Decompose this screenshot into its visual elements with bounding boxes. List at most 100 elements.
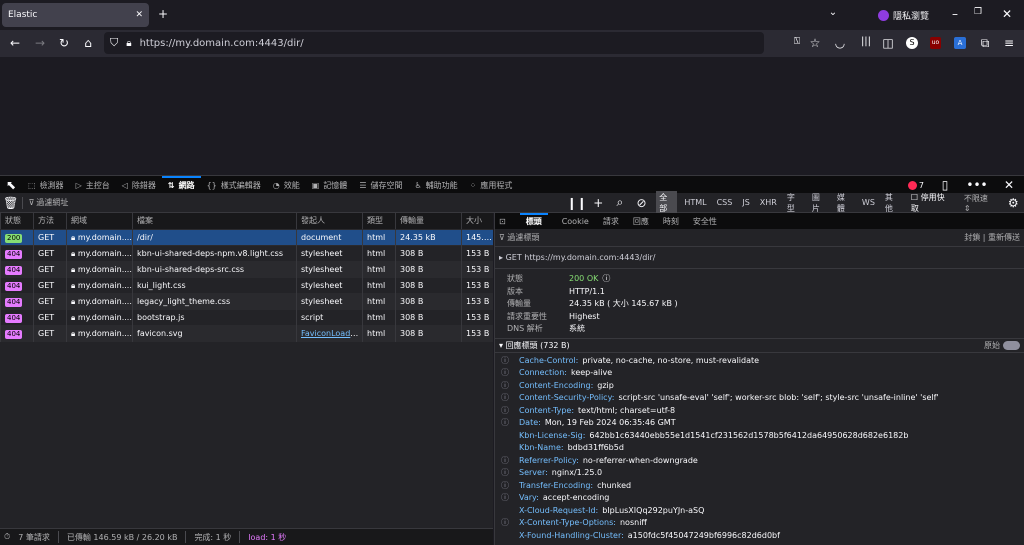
help-icon[interactable]: ⓘ — [501, 517, 519, 530]
column-header[interactable]: 傳輸量 — [395, 213, 461, 229]
lock-icon[interactable]: 🔒︎ — [126, 38, 131, 49]
close-window-icon[interactable]: ✕ — [996, 7, 1018, 21]
url-text[interactable]: https://my.domain.com:4443/dir/ — [140, 38, 304, 49]
type-filter[interactable]: 其他 — [882, 191, 903, 215]
tab-accessibility[interactable]: ♿ 輔助功能 — [408, 176, 463, 194]
disable-cache-checkbox[interactable]: ☐ 停用快取 — [911, 192, 952, 214]
tab-performance[interactable]: ◔ 效能 — [267, 176, 306, 194]
table-row[interactable]: 404 GET 🔒︎ my.domain.... kui_light.css style… — [0, 278, 493, 294]
extensions-icon[interactable]: ⧉ — [974, 36, 996, 51]
column-header[interactable]: 發起人 — [296, 213, 362, 229]
more-options-icon[interactable]: ••• — [966, 178, 988, 192]
close-devtools-icon[interactable]: ✕ — [998, 178, 1020, 192]
type-filter[interactable]: 字型 — [784, 191, 805, 215]
table-row[interactable]: 200 GET 🔒︎ my.domain.... /dir/document html 2… — [0, 230, 493, 246]
details-tab[interactable]: 請求 — [603, 216, 619, 227]
search-icon[interactable]: ⌕ — [609, 195, 631, 210]
details-tab[interactable]: 標頭 — [519, 213, 548, 229]
extension-s-icon[interactable]: S — [906, 37, 918, 49]
tab-application[interactable]: ⁘ 應用程式 — [464, 176, 519, 194]
tab-inspector[interactable]: ⬚ 檢測器 — [22, 176, 70, 194]
error-count[interactable]: 7 — [907, 180, 924, 190]
responsive-design-icon[interactable]: ▯ — [934, 178, 956, 192]
pocket-icon[interactable]: ◡ — [829, 36, 851, 50]
close-tab-icon[interactable]: ✕ — [135, 10, 143, 20]
help-icon[interactable]: ⓘ — [602, 273, 610, 286]
filter-headers-input[interactable]: ⊽ 過濾標頭 — [499, 232, 539, 243]
column-header[interactable]: 大小 — [461, 213, 493, 229]
help-icon[interactable]: ⓘ — [501, 455, 519, 468]
column-header[interactable]: 檔案 — [132, 213, 296, 229]
details-tab[interactable]: 時刻 — [663, 216, 679, 227]
help-icon[interactable]: ⓘ — [501, 417, 519, 430]
chevron-down-icon[interactable]: ⌄ — [822, 7, 844, 18]
bookmark-star-icon[interactable]: ☆ — [804, 36, 826, 50]
menu-icon[interactable]: ≡ — [998, 36, 1020, 50]
help-icon[interactable]: ⓘ — [501, 480, 519, 493]
tab-console[interactable]: ▷ 主控台 — [70, 176, 116, 194]
type-filter[interactable]: HTML — [681, 197, 709, 208]
home-icon[interactable]: ⌂ — [77, 36, 99, 50]
help-icon[interactable]: ⓘ — [501, 405, 519, 418]
library-icon[interactable]: ||| — [855, 36, 877, 47]
minimize-icon[interactable]: – — [944, 7, 966, 21]
translator-extension-icon[interactable]: A — [954, 37, 966, 49]
toggle-panel-icon[interactable]: ⊡ — [499, 217, 506, 226]
table-row[interactable]: 404 GET 🔒︎ my.domain.... legacy_light_theme… — [0, 294, 493, 310]
reload-icon[interactable]: ↻ — [53, 36, 75, 50]
block-button[interactable]: 封鎖 — [964, 233, 980, 242]
type-filter[interactable]: 媒體 — [834, 191, 855, 215]
tab-style-editor[interactable]: {} 樣式編輯器 — [201, 176, 267, 194]
type-filter[interactable]: WS — [859, 197, 878, 208]
help-icon[interactable]: ⓘ — [501, 392, 519, 405]
details-tab[interactable]: Cookie — [562, 217, 589, 226]
request-line[interactable]: ▸ GET https://my.domain.com:4443/dir/ — [495, 247, 1024, 269]
pause-icon[interactable]: ❙❙ — [566, 196, 588, 210]
ublock-icon[interactable]: uo — [930, 37, 941, 49]
column-header[interactable]: 網域 — [66, 213, 132, 229]
tab-storage[interactable]: ☰ 儲存空間 — [353, 176, 408, 194]
back-icon[interactable]: ← — [4, 36, 26, 50]
settings-gear-icon[interactable]: ⚙ — [1002, 196, 1024, 210]
help-icon[interactable]: ⓘ — [501, 492, 519, 505]
type-filter[interactable]: JS — [739, 197, 752, 208]
cell-text[interactable]: FaviconLoader.... — [301, 329, 362, 338]
help-icon[interactable]: ⓘ — [501, 467, 519, 480]
element-picker-icon[interactable]: ⬉ — [0, 178, 22, 192]
add-icon[interactable]: + — [588, 196, 610, 210]
tab-memory[interactable]: ▣ 記憶體 — [306, 176, 354, 194]
raw-toggle[interactable] — [1003, 340, 1020, 350]
help-icon[interactable]: ⓘ — [501, 355, 519, 368]
type-filter[interactable]: CSS — [714, 197, 736, 208]
sidebar-icon[interactable]: ◫ — [877, 36, 899, 50]
url-bar[interactable]: ⛉ 🔒︎ https://my.domain.com:4443/dir/ — [104, 32, 764, 54]
column-header[interactable]: 狀態 — [0, 213, 33, 229]
resend-button[interactable]: 重新傳送 — [988, 233, 1020, 242]
restore-icon[interactable]: ❐ — [967, 7, 989, 17]
filter-urls-input[interactable]: 過濾網址 — [36, 197, 566, 208]
help-icon[interactable]: ⓘ — [501, 367, 519, 380]
throttle-select[interactable]: 不限速 ⇕ — [964, 193, 997, 213]
forward-icon[interactable]: → — [29, 36, 51, 50]
shield-icon[interactable]: ⛉ — [110, 36, 118, 50]
block-icon[interactable]: ⊘ — [631, 196, 653, 210]
new-tab-icon[interactable]: + — [152, 7, 174, 21]
details-tab[interactable]: 回應 — [633, 216, 649, 227]
details-tab[interactable]: 安全性 — [693, 216, 717, 227]
table-row[interactable]: 404 GET 🔒︎ my.domain.... kbn-ui-shared-deps… — [0, 246, 493, 262]
help-icon[interactable]: ⓘ — [501, 380, 519, 393]
table-row[interactable]: 404 GET 🔒︎ my.domain.... bootstrap.js script… — [0, 310, 493, 326]
type-filter[interactable]: 全部 — [656, 190, 678, 215]
type-filter[interactable]: XHR — [757, 197, 780, 208]
response-headers-section[interactable]: ▾ 回應標頭 (732 B) 原始 — [495, 339, 1024, 353]
tab-network[interactable]: ⇅ 網路 — [161, 175, 201, 194]
column-header[interactable]: 方法 — [33, 213, 66, 229]
type-filter[interactable]: 圖片 — [809, 191, 830, 215]
performance-icon[interactable]: ⏱ — [4, 532, 10, 542]
table-row[interactable]: 404 GET 🔒︎ my.domain.... kbn-ui-shared-deps… — [0, 262, 493, 278]
tab-debugger[interactable]: ◁ 除錯器 — [116, 176, 162, 194]
clear-trash-icon[interactable]: 🗑︎ — [0, 196, 22, 210]
browser-tab[interactable]: Elastic ✕ — [2, 3, 149, 27]
column-header[interactable]: 類型 — [362, 213, 395, 229]
table-row[interactable]: 404 GET 🔒︎ my.domain.... favicon.svg Favicon… — [0, 326, 493, 342]
